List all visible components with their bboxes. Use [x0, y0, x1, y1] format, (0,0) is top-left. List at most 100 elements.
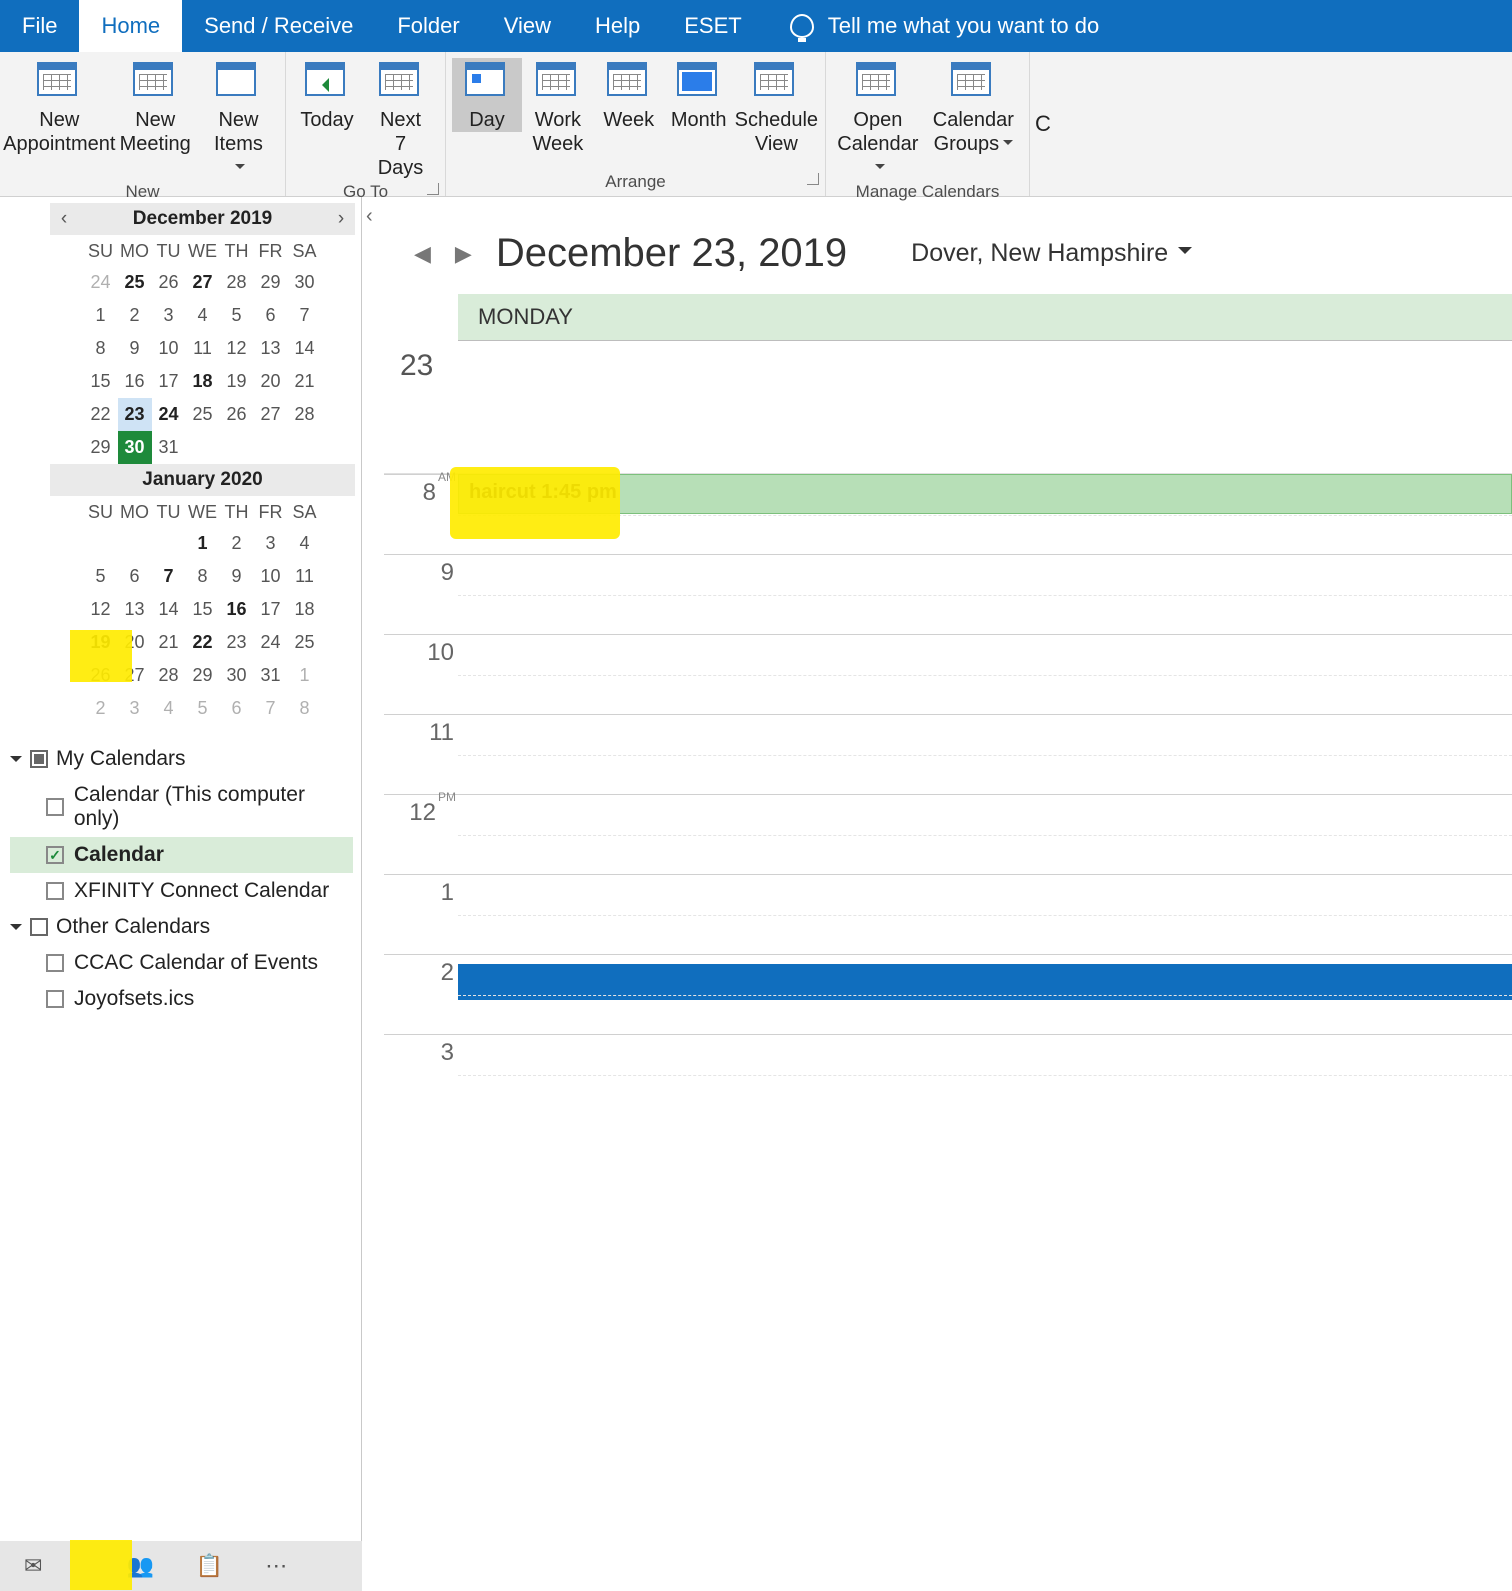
work-week-view-button[interactable]: Work Week [522, 58, 594, 156]
date-cell[interactable]: 15 [186, 593, 220, 626]
date-cell[interactable]: 3 [254, 527, 288, 560]
calendar-item[interactable]: CCAC Calendar of Events [10, 945, 353, 981]
date-cell[interactable]: 25 [288, 626, 322, 659]
date-cell[interactable]: 13 [254, 332, 288, 365]
calendar-checkbox[interactable] [46, 954, 64, 972]
time-row[interactable]: 2 [384, 954, 1512, 1034]
date-cell[interactable]: 7 [152, 560, 186, 593]
date-cell[interactable]: 3 [118, 692, 152, 725]
date-cell[interactable]: 5 [84, 560, 118, 593]
date-cell[interactable]: 24 [254, 626, 288, 659]
tell-me-search[interactable]: Tell me what you want to do [764, 0, 1099, 52]
date-cell[interactable]: 11 [186, 332, 220, 365]
date-cell[interactable]: 31 [254, 659, 288, 692]
time-grid[interactable]: haircut 1:45 pm 8AM9101112PM123 [384, 474, 1512, 1114]
time-slot[interactable] [458, 555, 1512, 634]
arrange-dialog-launcher[interactable] [807, 173, 819, 185]
calendar-checkbox[interactable] [46, 798, 64, 816]
date-cell[interactable]: 19 [220, 365, 254, 398]
calendar-groups-button[interactable]: Calendar Groups [924, 58, 1023, 156]
date-cell[interactable]: 28 [288, 398, 322, 431]
more-nav-icon[interactable]: ⋯ [265, 1553, 287, 1579]
date-cell[interactable]: 25 [186, 398, 220, 431]
time-slot[interactable] [458, 635, 1512, 714]
new-appointment-button[interactable]: New Appointment [6, 58, 113, 156]
date-cell[interactable]: 27 [118, 659, 152, 692]
date-cell[interactable]: 17 [254, 593, 288, 626]
date-cell[interactable]: 21 [152, 626, 186, 659]
tab-home[interactable]: Home [79, 0, 182, 52]
date-cell[interactable]: 6 [220, 692, 254, 725]
date-cell[interactable]: 19 [84, 626, 118, 659]
date-cell[interactable]: 22 [84, 398, 118, 431]
date-cell[interactable]: 5 [220, 299, 254, 332]
tab-file[interactable]: File [0, 0, 79, 52]
date-cell[interactable]: 17 [152, 365, 186, 398]
goto-dialog-launcher[interactable] [427, 183, 439, 195]
calendar-item[interactable]: ✓Calendar [10, 837, 353, 873]
tab-eset[interactable]: ESET [662, 0, 763, 52]
date-cell[interactable]: 5 [186, 692, 220, 725]
date-cell[interactable]: 31 [152, 431, 186, 464]
date-cell[interactable]: 8 [84, 332, 118, 365]
calendar-item[interactable]: Calendar (This computer only) [10, 777, 353, 837]
next-7-days-button[interactable]: Next 7 Days [362, 58, 439, 180]
time-row[interactable]: 12PM [384, 794, 1512, 874]
date-cell[interactable]: 23 [220, 626, 254, 659]
date-cell[interactable]: 16 [220, 593, 254, 626]
date-cell[interactable]: 18 [186, 365, 220, 398]
time-row[interactable]: 10 [384, 634, 1512, 714]
date-cell[interactable]: 1 [84, 299, 118, 332]
date-cell[interactable]: 30 [118, 431, 152, 464]
date-cell[interactable]: 30 [288, 266, 322, 299]
date-cell[interactable]: 2 [118, 299, 152, 332]
time-slot[interactable] [458, 1035, 1512, 1114]
calendar-item[interactable]: XFINITY Connect Calendar [10, 873, 353, 909]
month-view-button[interactable]: Month [664, 58, 734, 132]
date-cell[interactable]: 16 [118, 365, 152, 398]
date-cell[interactable]: 3 [152, 299, 186, 332]
prev-month-button[interactable]: ‹ [50, 208, 78, 230]
date-cell[interactable]: 4 [186, 299, 220, 332]
date-cell[interactable]: 9 [220, 560, 254, 593]
date-cell[interactable]: 14 [152, 593, 186, 626]
time-row[interactable]: 3 [384, 1034, 1512, 1114]
date-cell[interactable]: 28 [152, 659, 186, 692]
week-view-button[interactable]: Week [594, 58, 664, 132]
tab-view[interactable]: View [482, 0, 573, 52]
calendar-checkbox[interactable] [46, 882, 64, 900]
date-cell[interactable]: 29 [84, 431, 118, 464]
date-cell[interactable]: 27 [254, 398, 288, 431]
date-cell[interactable]: 4 [288, 527, 322, 560]
date-cell[interactable]: 26 [84, 659, 118, 692]
next-day-button[interactable]: ▶ [455, 241, 472, 267]
folder-pane-splitter[interactable]: ‹ [362, 197, 384, 1541]
time-row[interactable]: 1 [384, 874, 1512, 954]
date-cell[interactable]: 24 [152, 398, 186, 431]
date-cell[interactable]: 29 [254, 266, 288, 299]
today-button[interactable]: Today [292, 58, 362, 132]
time-row[interactable]: 9 [384, 554, 1512, 634]
date-cell[interactable]: 10 [254, 560, 288, 593]
schedule-view-button[interactable]: Schedule View [734, 58, 819, 156]
date-cell[interactable]: 12 [84, 593, 118, 626]
day-view-button[interactable]: Day [452, 58, 522, 132]
date-cell[interactable]: 27 [186, 266, 220, 299]
time-row[interactable]: 8AM [384, 474, 1512, 554]
date-cell[interactable]: 2 [84, 692, 118, 725]
date-cell[interactable]: 2 [220, 527, 254, 560]
weather-location-dropdown[interactable]: Dover, New Hampshire [911, 239, 1192, 268]
date-cell[interactable]: 7 [254, 692, 288, 725]
new-items-button[interactable]: New Items [198, 58, 279, 180]
time-slot[interactable] [458, 795, 1512, 874]
people-nav-icon[interactable]: 👥 [126, 1553, 153, 1579]
date-cell[interactable]: 26 [220, 398, 254, 431]
calendar-checkbox[interactable] [46, 990, 64, 1008]
date-cell[interactable]: 12 [220, 332, 254, 365]
all-day-row[interactable]: 23 [384, 341, 1512, 474]
date-cell[interactable]: 15 [84, 365, 118, 398]
tasks-nav-icon[interactable]: 📋 [196, 1553, 223, 1579]
time-slot[interactable] [458, 715, 1512, 794]
date-cell[interactable]: 1 [288, 659, 322, 692]
time-slot[interactable] [458, 955, 1512, 1034]
